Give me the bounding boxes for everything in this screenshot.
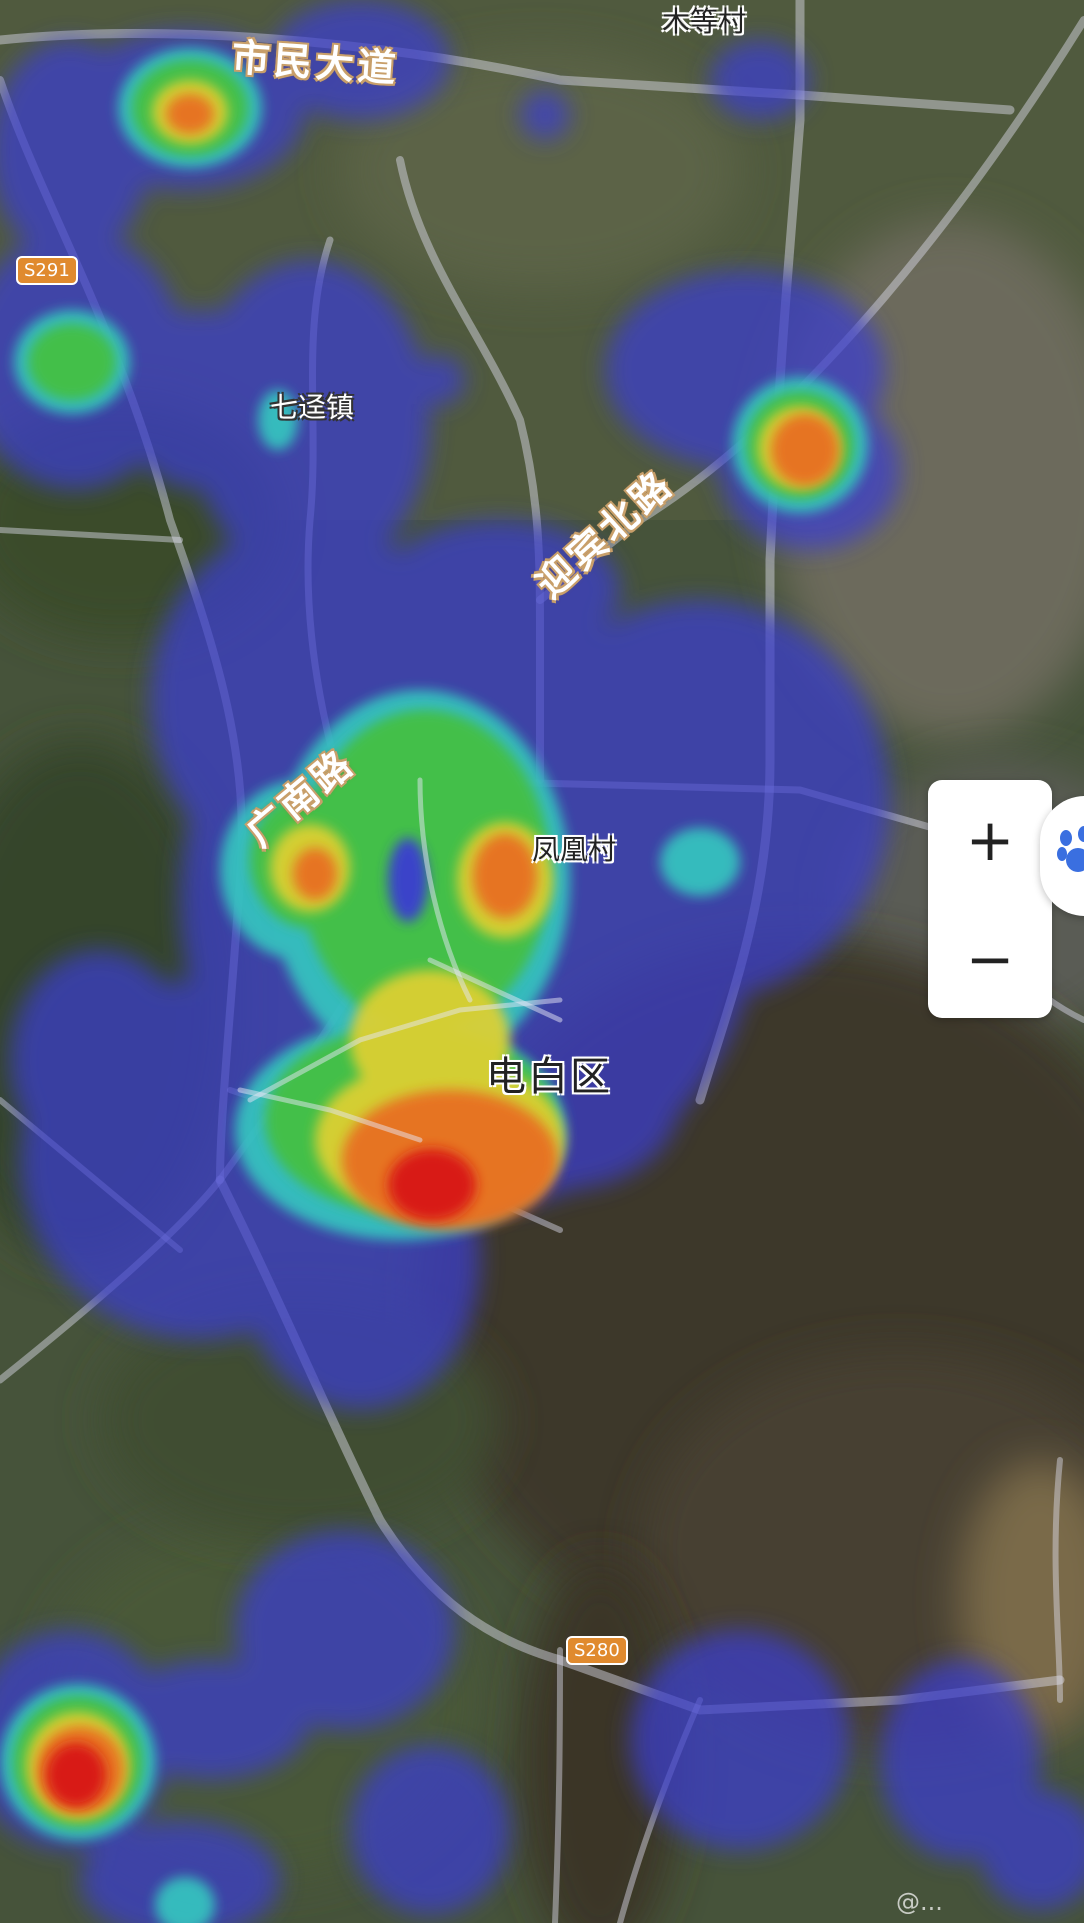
heatmap-gap <box>388 838 428 922</box>
place-label-mudeng-village: 木等村 <box>662 5 747 38</box>
route-shield-s291: S291 <box>16 256 78 285</box>
watermark: @... <box>896 1888 943 1916</box>
zoom-in-button[interactable]: + <box>928 780 1052 899</box>
place-label-fenghuang-village: 凤凰村 <box>532 833 617 866</box>
paw-icon <box>1057 826 1084 872</box>
map-view[interactable]: 市民大道 广南路 迎宾北路 木等村 七迳镇 凤凰村 电白区 S291 S280 … <box>0 0 1084 1923</box>
zoom-out-button[interactable]: − <box>928 899 1052 1018</box>
zoom-control: + − <box>928 780 1052 1018</box>
route-shield-s280: S280 <box>566 1636 628 1665</box>
road-label-shimin-avenue: 市民大道 <box>230 35 402 91</box>
satellite-heatmap-layer[interactable] <box>0 0 1084 1923</box>
place-label-qijing-town: 七迳镇 <box>270 391 355 424</box>
district-label-dianbai: 电白区 <box>486 1054 612 1100</box>
